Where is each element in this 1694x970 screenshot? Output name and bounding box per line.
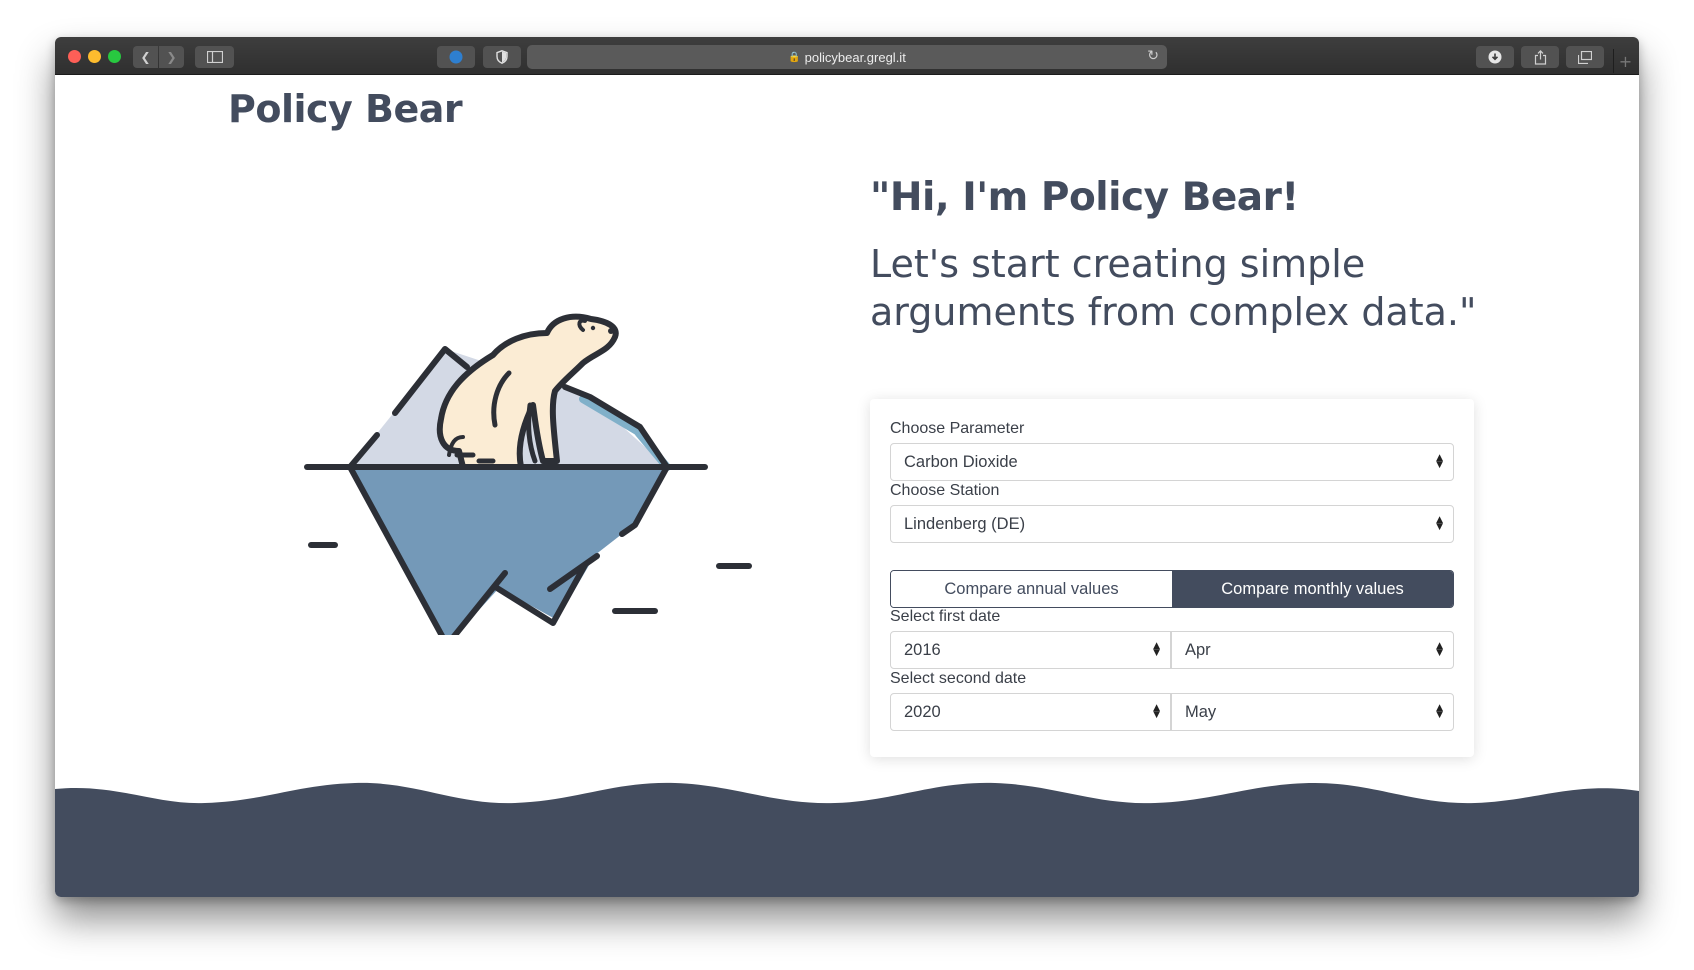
shield-icon [496,50,508,64]
tabs-icon [1578,50,1592,64]
polar-bear-iceberg-illustration [304,313,752,635]
download-icon [1488,50,1502,64]
ocean-waves-footer [55,782,1639,897]
updown-caret-icon: ▲ ▼ [1436,453,1443,470]
minimize-window-button[interactable] [88,50,101,63]
tab-overview-button[interactable] [1566,46,1604,68]
address-bar[interactable]: 🔒 policybear.gregl.it ↻ [527,45,1167,69]
station-select-value: Lindenberg (DE) [904,514,1026,533]
station-select[interactable]: Lindenberg (DE) ▲ ▼ [890,505,1454,543]
forward-button[interactable]: ❯ [159,46,184,68]
sidebar-icon [206,51,223,63]
second-year-select[interactable]: 2020 ▲ ▼ [890,693,1171,731]
hero-headline: "Hi, I'm Policy Bear! [870,175,1299,220]
parameter-label: Choose Parameter [890,420,1025,437]
updown-caret-icon: ▲ ▼ [1153,703,1160,720]
page-content: Policy Bear "Hi, I'm Policy Bear! Let's … [55,75,1639,897]
second-year-value: 2020 [904,702,941,721]
first-year-select[interactable]: 2016 ▲ ▼ [890,631,1171,669]
sidebar-toggle-button[interactable] [195,46,234,68]
lock-icon: 🔒 [788,51,801,63]
share-button[interactable] [1521,46,1559,68]
parameter-select[interactable]: Carbon Dioxide ▲ ▼ [890,443,1454,481]
browser-window: ❮ ❯ 🔒 policybear.gregl.it ↻ + Policy Bea… [55,37,1639,897]
first-month-select[interactable]: Apr ▲ ▼ [1171,631,1454,669]
comparison-form: Choose Parameter Carbon Dioxide ▲ ▼ Choos… [870,399,1474,757]
back-button[interactable]: ❮ [133,46,158,68]
downloads-button[interactable] [1476,46,1514,68]
share-icon [1534,49,1546,65]
plus-icon: + [1618,51,1633,71]
close-window-button[interactable] [68,50,81,63]
first-month-value: Apr [1185,640,1211,659]
second-month-select[interactable]: May ▲ ▼ [1171,693,1454,731]
brand-logo-text[interactable]: Policy Bear [228,87,463,131]
parameter-select-value: Carbon Dioxide [904,452,1018,471]
url-text: policybear.gregl.it [804,49,906,65]
chevron-left-icon: ❮ [140,50,151,64]
globe-icon [449,50,463,64]
browser-titlebar: ❮ ❯ 🔒 policybear.gregl.it ↻ + [55,37,1639,75]
hero-subline: Let's start creating simple arguments fr… [870,242,1477,334]
first-date-label: Select first date [890,608,1001,625]
first-year-value: 2016 [904,640,941,659]
second-month-value: May [1185,702,1217,721]
updown-caret-icon: ▲ ▼ [1153,641,1160,658]
privacy-shield-button[interactable] [483,46,521,68]
updown-caret-icon: ▲ ▼ [1436,515,1443,532]
compare-monthly-button[interactable]: Compare monthly values [1172,571,1453,607]
extension-button[interactable] [437,46,475,68]
updown-caret-icon: ▲ ▼ [1436,641,1443,658]
reload-icon[interactable]: ↻ [1147,48,1159,64]
updown-caret-icon: ▲ ▼ [1436,703,1443,720]
compare-mode-toggle: Compare annual values Compare monthly va… [890,570,1454,608]
new-tab-button[interactable]: + [1613,49,1637,73]
chevron-right-icon: ❯ [166,50,177,64]
station-label: Choose Station [890,482,1000,499]
second-date-label: Select second date [890,670,1027,687]
maximize-window-button[interactable] [108,50,121,63]
compare-annual-button[interactable]: Compare annual values [891,571,1172,607]
